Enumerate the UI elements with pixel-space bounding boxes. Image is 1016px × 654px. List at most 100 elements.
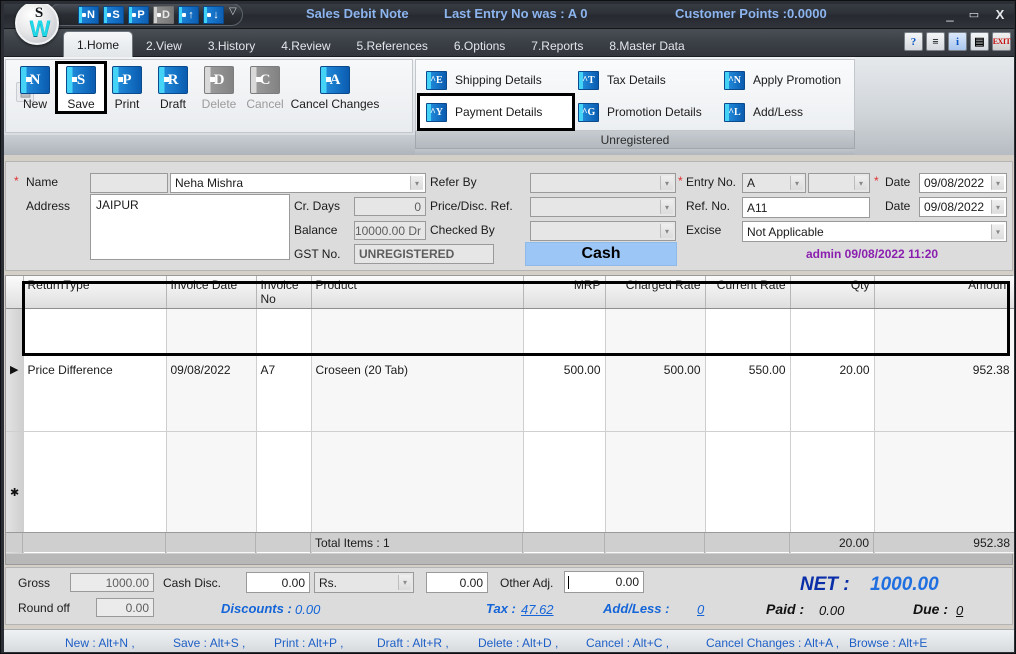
cell-qty[interactable]: 20.00 — [790, 308, 875, 432]
row-current-indicator[interactable]: ▶ — [6, 308, 24, 432]
tab-review[interactable]: 4.Review — [268, 34, 343, 57]
button-label: Cancel — [246, 97, 284, 111]
chevron-down-icon[interactable]: ▾ — [398, 575, 411, 590]
button-label: Delete — [201, 97, 237, 111]
cell-returntype[interactable]: Price Difference — [23, 308, 167, 432]
date1-picker[interactable]: 09/08/2022 ▾ — [919, 173, 1007, 193]
grid-header-current-rate[interactable]: Current Rate — [705, 276, 791, 309]
maximize-button[interactable]: ▭ — [963, 5, 985, 23]
quick-access-dropdown-icon[interactable]: ▽ — [229, 7, 237, 17]
new-button[interactable]: N New — [12, 64, 58, 111]
tab-options[interactable]: 6.Options — [441, 34, 518, 57]
cell-charged-rate[interactable]: 500.00 — [605, 308, 706, 432]
help-icon[interactable]: ? — [904, 32, 923, 51]
entry-no-series-combo[interactable]: A ▾ — [742, 173, 806, 193]
entry-no-input[interactable]: ▾ — [808, 173, 870, 193]
tax-details-button[interactable]: ^T Tax Details — [572, 64, 718, 96]
ribbon-group-actions: N New S Save P Print R Draft D Delete C Cancel A Canc… — [5, 59, 413, 133]
quick-draft-icon[interactable]: D — [153, 5, 174, 24]
tab-reports[interactable]: 7.Reports — [518, 34, 596, 57]
cell-invoice-no[interactable]: A7 — [256, 308, 312, 432]
print-button[interactable]: P Print — [104, 64, 150, 111]
chevron-down-icon[interactable]: ▾ — [991, 223, 1004, 240]
excise-combo[interactable]: Not Applicable ▾ — [742, 221, 1007, 242]
ribbon-group-caption: Unregistered — [415, 131, 855, 149]
grid-header-invoice-date[interactable]: Invoice Date — [166, 276, 257, 309]
date2-picker[interactable]: 09/08/2022 ▾ — [919, 197, 1007, 217]
chevron-down-icon[interactable]: ▾ — [660, 175, 673, 191]
tab-home[interactable]: 1.Home — [63, 31, 134, 57]
gst-no-label: GST No. — [294, 247, 341, 261]
grid-header-invoice-no[interactable]: Invoice No — [256, 276, 312, 309]
quick-print-icon[interactable]: P — [128, 5, 149, 24]
button-label: Apply Promotion — [753, 73, 842, 87]
tax-value[interactable]: 47.62 — [521, 602, 554, 617]
cell-amount[interactable]: 952.38 — [874, 308, 1015, 432]
apply-promotion-button[interactable]: ^N Apply Promotion — [718, 64, 850, 96]
button-label: Print — [114, 97, 140, 111]
chevron-down-icon[interactable]: ▾ — [790, 175, 803, 191]
save-button[interactable]: S Save — [55, 61, 107, 114]
cash-disc-unit-combo[interactable]: Rs. ▾ — [314, 572, 414, 593]
customer-name-combo[interactable]: Neha Mishra ▾ — [170, 173, 426, 193]
chevron-down-icon[interactable]: ▾ — [854, 175, 867, 191]
grid-header-returntype[interactable]: ReturnType — [23, 276, 167, 309]
quick-new-icon[interactable]: N — [78, 5, 99, 24]
cell-product[interactable]: Croseen (20 Tab) — [311, 308, 524, 432]
document-close-icon[interactable]: ▤ — [970, 32, 989, 51]
refer-by-combo[interactable]: ▾ — [530, 173, 676, 193]
tab-references[interactable]: 5.References — [344, 34, 441, 57]
chevron-down-icon[interactable]: ▾ — [410, 175, 423, 191]
cell-invoice-date[interactable]: 09/08/2022 — [166, 308, 257, 432]
info-icon[interactable]: i — [948, 32, 967, 51]
status-bar: New : Alt+N , Save : Alt+S , Print : Alt+P… — [1, 629, 1015, 653]
tab-history[interactable]: 3.History — [195, 34, 268, 57]
cancel-changes-button[interactable]: A Cancel Changes — [288, 64, 382, 111]
table-row[interactable]: ▶ Price Difference 09/08/2022 A7 Croseen (20… — [6, 308, 1015, 432]
chevron-down-icon[interactable]: ▾ — [660, 223, 673, 239]
ref-no-input[interactable]: A11 — [742, 197, 870, 218]
chevron-down-icon[interactable]: ▾ — [660, 199, 673, 215]
text-cursor — [568, 576, 569, 589]
cell-current-rate[interactable]: 550.00 — [705, 308, 791, 432]
grid-header-qty[interactable]: Qty — [790, 276, 875, 309]
tab-master-data[interactable]: 8.Master Data — [596, 34, 697, 57]
cash-mode-button[interactable]: Cash — [525, 242, 677, 266]
minimize-button[interactable]: _ — [939, 5, 961, 23]
customer-code-input[interactable] — [90, 173, 168, 193]
discounts-value: 0.00 — [295, 602, 321, 617]
name-required-marker: * — [14, 174, 19, 188]
shipping-details-button[interactable]: ^E Shipping Details — [420, 64, 572, 96]
chevron-down-icon[interactable]: ▾ — [991, 175, 1004, 191]
close-button[interactable]: X — [989, 5, 1011, 23]
chevron-down-icon[interactable]: ▾ — [991, 199, 1004, 215]
entry-no-required-marker: * — [678, 174, 683, 188]
exit-icon[interactable]: EXIT — [992, 32, 1011, 51]
quick-save-icon[interactable]: S — [103, 5, 124, 24]
ref-no-label: Ref. No. — [686, 199, 731, 213]
grid-header-product[interactable]: Product — [311, 276, 524, 309]
checked-by-combo[interactable]: ▾ — [530, 221, 676, 241]
promotion-details-button[interactable]: ^G Promotion Details — [572, 96, 718, 128]
other-adj-input[interactable]: 0.00 — [564, 571, 644, 593]
grid-header-mrp[interactable]: MRP — [523, 276, 606, 309]
add-less-button[interactable]: ^L Add/Less — [718, 96, 850, 128]
cash-disc-input[interactable]: 0.00 — [246, 572, 310, 593]
payment-details-button[interactable]: ^Y Payment Details — [417, 93, 575, 131]
grid-header-row: ReturnType Invoice Date Invoice No Product M… — [6, 276, 1015, 309]
grid-header-charged-rate[interactable]: Charged Rate — [605, 276, 706, 309]
refer-by-label: Refer By — [430, 175, 477, 189]
cash-disc-amount-input[interactable]: 0.00 — [426, 572, 488, 593]
address-textarea[interactable]: JAIPUR — [90, 194, 290, 260]
grid-header-amount[interactable]: Amount — [874, 276, 1015, 309]
entry-no-series-value: A — [747, 176, 756, 190]
quick-next-icon[interactable]: ↓ — [203, 5, 224, 24]
print-preview-icon[interactable]: ≡ — [926, 32, 945, 51]
add-less-value[interactable]: 0 — [697, 602, 704, 617]
tab-view[interactable]: 2.View — [133, 34, 195, 57]
price-disc-ref-combo[interactable]: ▾ — [530, 197, 676, 217]
name-label: Name — [26, 175, 59, 189]
quick-prev-icon[interactable]: ↑ — [178, 5, 199, 24]
cell-mrp[interactable]: 500.00 — [523, 308, 606, 432]
draft-button[interactable]: R Draft — [150, 64, 196, 111]
